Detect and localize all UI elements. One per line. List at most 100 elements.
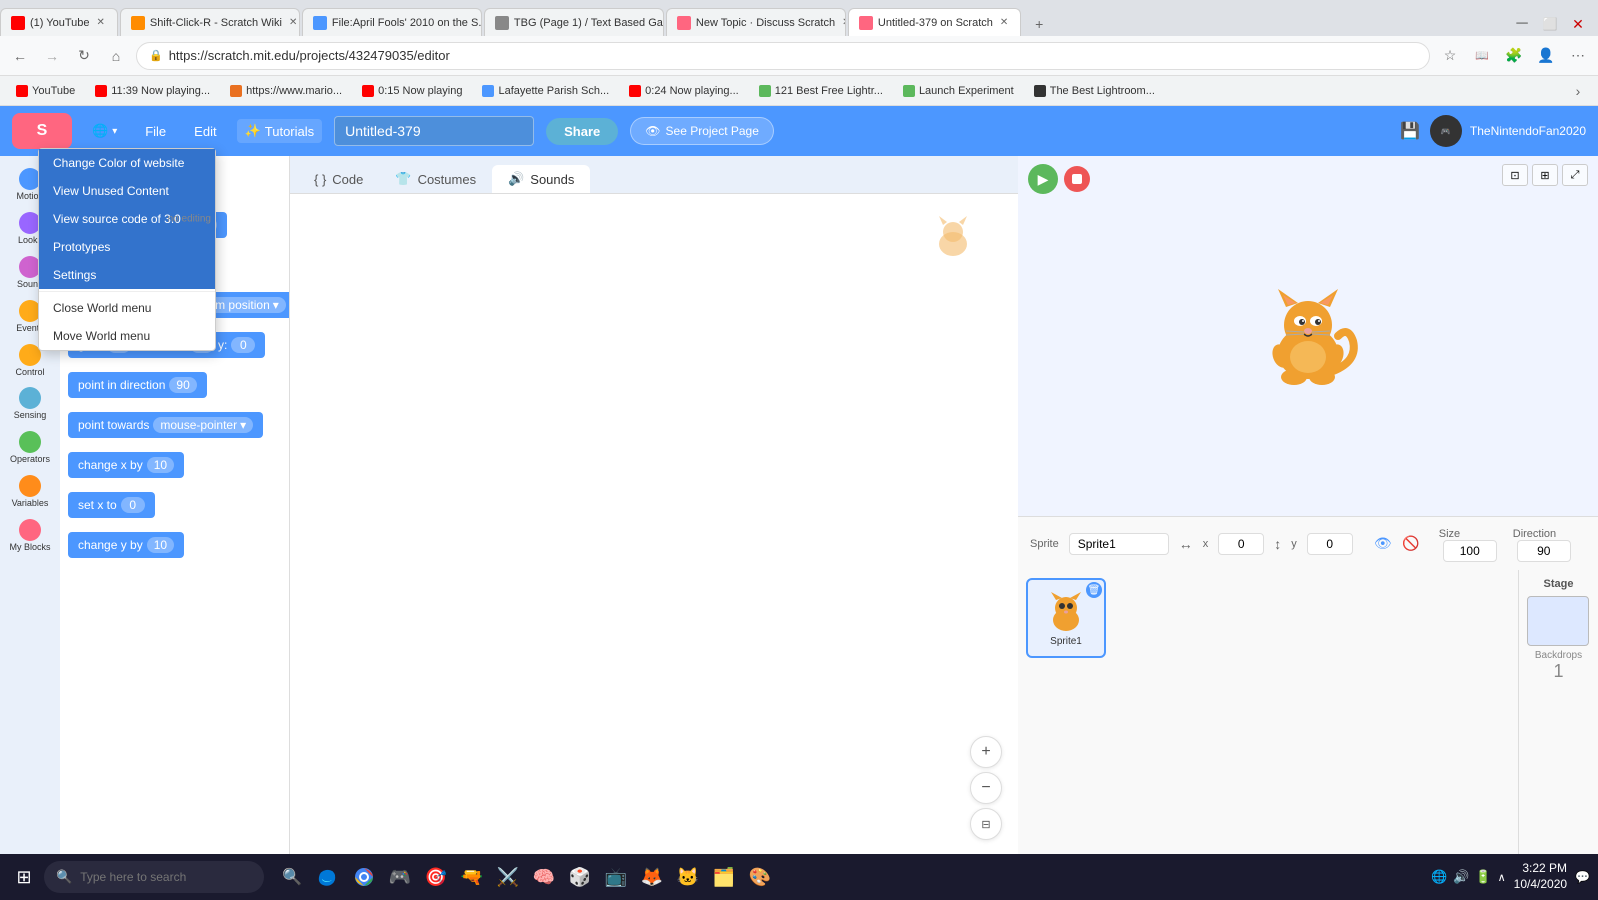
tab-april-fools[interactable]: File:April Fools' 2010 on the S... ✕ (302, 8, 482, 36)
stage-thumbnail[interactable] (1527, 596, 1589, 646)
sprite-delete-button[interactable]: 🗑 (1086, 582, 1102, 598)
context-menu-item-close[interactable]: Close World menu (39, 294, 215, 322)
tab-code[interactable]: { } Code (298, 166, 379, 193)
taskbar-icon-app9[interactable]: 🎲 (564, 861, 596, 893)
tab-scratch-wiki[interactable]: Shift-Click-R - Scratch Wiki ✕ (120, 8, 300, 36)
tray-icon-volume[interactable]: 🔊 (1453, 869, 1469, 885)
tray-icon-notifications[interactable]: 💬 (1575, 870, 1590, 884)
zoom-in-button[interactable]: + (970, 736, 1002, 768)
tab-close-editor[interactable]: ✕ (998, 17, 1010, 28)
minimize-button[interactable]: ─ (1510, 12, 1534, 36)
bookmark-playing3[interactable]: 0:24 Now playing... (621, 83, 747, 99)
palette-item-sensing[interactable]: Sensing (2, 383, 58, 425)
show-visible-button[interactable]: 👁 (1371, 532, 1395, 556)
bookmark-launch[interactable]: Launch Experiment (895, 83, 1022, 99)
taskbar-icon-chrome[interactable] (348, 861, 380, 893)
system-clock[interactable]: 3:22 PM 10/4/2020 (1514, 861, 1567, 892)
taskbar-icon-app14[interactable]: 🎨 (744, 861, 776, 893)
size-input[interactable] (1443, 540, 1497, 562)
context-menu-item-change-color[interactable]: Change Color of website (39, 149, 215, 177)
project-title-input[interactable] (334, 116, 534, 146)
tab-new-topic[interactable]: New Topic · Discuss Scratch ✕ (666, 8, 846, 36)
taskbar-icon-app4[interactable]: 🎮 (384, 861, 416, 893)
bookmark-playing2[interactable]: 0:15 Now playing (354, 83, 470, 99)
y-coord-input[interactable] (1307, 533, 1353, 555)
block-setx[interactable]: set x to 0 (68, 492, 155, 518)
edit-menu-button[interactable]: Edit (186, 120, 224, 143)
start-button[interactable]: ⊞ (8, 861, 40, 893)
tab-costumes[interactable]: 👕 Costumes (379, 165, 492, 193)
context-menu-item-source[interactable]: View source code of 3.0 no editing (39, 205, 215, 233)
bookmark-best-lightroom[interactable]: The Best Lightroom... (1026, 83, 1163, 99)
palette-item-variables[interactable]: Variables (2, 471, 58, 513)
file-menu-button[interactable]: File (137, 120, 174, 143)
reader-mode-button[interactable]: 📖 (1470, 44, 1494, 68)
tab-tbg[interactable]: TBG (Page 1) / Text Based Gam... ✕ (484, 8, 664, 36)
bookmark-playing1[interactable]: 11:39 Now playing... (87, 83, 218, 99)
sprite-name-input[interactable] (1069, 533, 1169, 555)
globe-button[interactable]: 🌐 ▾ (84, 119, 125, 143)
bookmark-youtube[interactable]: YouTube (8, 83, 83, 99)
close-button[interactable]: ✕ (1566, 12, 1590, 36)
back-button[interactable]: ← (8, 44, 32, 68)
show-hidden-button[interactable]: 🚫 (1399, 532, 1423, 556)
block-glide2-y[interactable]: 0 (231, 337, 255, 353)
taskbar-icon-app6[interactable]: 🔫 (456, 861, 488, 893)
share-button[interactable]: Share (546, 118, 618, 145)
tab-close-wiki[interactable]: ✕ (287, 17, 299, 28)
palette-item-my-blocks[interactable]: My Blocks (2, 515, 58, 557)
save-icon-button[interactable]: 💾 (1398, 119, 1422, 143)
tray-icon-network[interactable]: 🌐 (1431, 869, 1447, 885)
taskbar-icon-app5[interactable]: 🎯 (420, 861, 452, 893)
taskbar-icon-edge[interactable] (312, 861, 344, 893)
more-button[interactable]: ⋯ (1566, 44, 1590, 68)
context-menu-item-settings[interactable]: Settings (39, 261, 215, 289)
taskbar-search-input[interactable] (80, 870, 240, 884)
sprite-canvas[interactable]: + − ⊟ (290, 194, 1018, 900)
tray-icon-up-arrow[interactable]: ∧ (1498, 871, 1506, 884)
block-direction-val[interactable]: 90 (169, 377, 196, 393)
block-towards[interactable]: point towards mouse-pointer ▾ (68, 412, 263, 438)
new-tab-button[interactable]: + (1027, 12, 1051, 36)
bookmark-mario[interactable]: https://www.mario... (222, 83, 350, 99)
user-avatar[interactable]: 🎮 (1430, 115, 1462, 147)
block-direction[interactable]: point in direction 90 (68, 372, 207, 398)
taskbar-icon-app10[interactable]: 📺 (600, 861, 632, 893)
context-menu-item-move[interactable]: Move World menu (39, 322, 215, 350)
star-button[interactable]: ☆ (1438, 44, 1462, 68)
block-changey-val[interactable]: 10 (147, 537, 174, 553)
block-changex[interactable]: change x by 10 (68, 452, 184, 478)
tab-youtube[interactable]: (1) YouTube ✕ (0, 8, 118, 36)
tab-sounds[interactable]: 🔊 Sounds (492, 165, 590, 193)
block-changey[interactable]: change y by 10 (68, 532, 184, 558)
bookmarks-more[interactable]: › (1566, 79, 1590, 103)
extensions-button[interactable]: 🧩 (1502, 44, 1526, 68)
tray-icon-battery[interactable]: 🔋 (1475, 869, 1491, 885)
reload-button[interactable]: ↻ (72, 44, 96, 68)
context-menu-item-prototypes[interactable]: Prototypes (39, 233, 215, 261)
account-button[interactable]: 👤 (1534, 44, 1558, 68)
taskbar-icon-cortana[interactable]: 🔍 (276, 861, 308, 893)
block-changex-val[interactable]: 10 (147, 457, 174, 473)
scratch-logo[interactable]: S (12, 113, 72, 149)
taskbar-icon-app13[interactable]: 🗂️ (708, 861, 740, 893)
tab-close-new-topic[interactable]: ✕ (840, 17, 846, 28)
zoom-reset-button[interactable]: ⊟ (970, 808, 1002, 840)
palette-item-operators[interactable]: Operators (2, 427, 58, 469)
taskbar-icon-app11[interactable]: 🦊 (636, 861, 668, 893)
tab-close-youtube[interactable]: ✕ (95, 17, 107, 28)
block-towards-dropdown[interactable]: mouse-pointer ▾ (153, 417, 253, 433)
tab-scratch-editor[interactable]: Untitled-379 on Scratch ✕ (848, 8, 1021, 36)
bookmark-lafayette[interactable]: Lafayette Parish Sch... (474, 83, 617, 99)
forward-button[interactable]: → (40, 44, 64, 68)
see-project-button[interactable]: 👁 See Project Page (630, 117, 774, 145)
restore-button[interactable]: ⬜ (1538, 12, 1562, 36)
zoom-out-button[interactable]: − (970, 772, 1002, 804)
taskbar-icon-app8[interactable]: 🧠 (528, 861, 560, 893)
x-coord-input[interactable] (1218, 533, 1264, 555)
block-setx-val[interactable]: 0 (121, 497, 145, 513)
home-button[interactable]: ⌂ (104, 44, 128, 68)
taskbar-icon-app12[interactable]: 🐱 (672, 861, 704, 893)
sprite-thumb-sprite1[interactable]: 🗑 Sprite1 (1026, 578, 1106, 658)
taskbar-search[interactable]: 🔍 (44, 861, 264, 893)
